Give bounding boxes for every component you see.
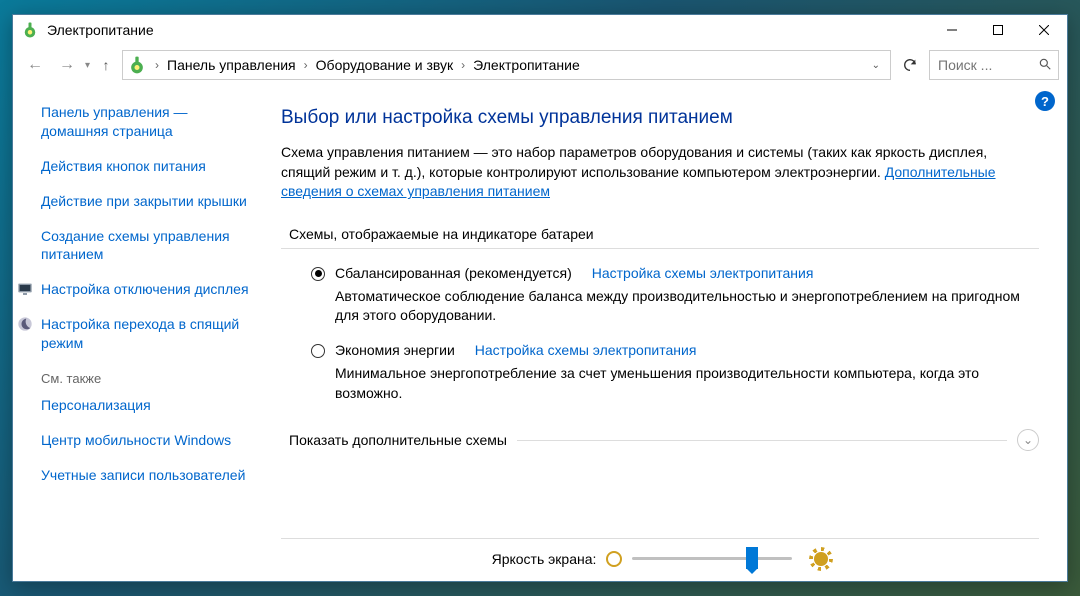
divider (517, 440, 1007, 441)
plan-description: Минимальное энергопотребление за счет ум… (335, 364, 1039, 403)
sidebar-link-create-plan[interactable]: Создание схемы управления питанием (41, 227, 253, 265)
additional-plans-expander[interactable]: Показать дополнительные схемы ⌄ (289, 429, 1039, 451)
sidebar-link-lid-close[interactable]: Действие при закрытии крышки (41, 192, 253, 211)
plan-radio-balanced[interactable] (311, 267, 325, 281)
divider (281, 248, 1039, 249)
breadcrumb-item[interactable]: Панель управления (161, 57, 302, 73)
moon-icon (17, 316, 33, 332)
plan-balanced: Сбалансированная (рекомендуется) Настрой… (311, 265, 1039, 326)
address-bar[interactable]: › Панель управления › Оборудование и зву… (122, 50, 891, 80)
breadcrumb-item[interactable]: Электропитание (467, 57, 586, 73)
plans-group-label: Схемы, отображаемые на индикаторе батаре… (289, 226, 1039, 242)
plan-settings-link[interactable]: Настройка схемы электропитания (475, 342, 697, 358)
sidebar-link-sleep[interactable]: Настройка перехода в спящий режим (41, 315, 253, 353)
see-also-heading: См. также (41, 371, 253, 386)
chevron-right-icon[interactable]: › (153, 58, 161, 72)
address-dropdown-icon[interactable]: ⌄ (866, 60, 886, 71)
slider-thumb[interactable] (746, 547, 758, 569)
search-icon[interactable] (1038, 57, 1052, 74)
sidebar-link-user-accounts[interactable]: Учетные записи пользователей (41, 466, 253, 485)
navbar: ← → ▾ ↑ › Панель управления › Оборудован… (13, 45, 1067, 85)
nav-up-button[interactable]: ↑ (94, 51, 118, 79)
sidebar-item-label: Настройка перехода в спящий режим (41, 316, 239, 351)
plan-settings-link[interactable]: Настройка схемы электропитания (592, 265, 814, 281)
recent-dropdown-icon[interactable]: ▾ (85, 60, 90, 71)
help-icon[interactable]: ? (1035, 91, 1055, 111)
sidebar-link-display-off[interactable]: Настройка отключения дисплея (41, 280, 253, 299)
power-options-icon (127, 55, 147, 75)
chevron-right-icon[interactable]: › (459, 58, 467, 72)
window-title: Электропитание (47, 22, 929, 38)
close-button[interactable] (1021, 15, 1067, 45)
minimize-button[interactable] (929, 15, 975, 45)
plan-name[interactable]: Сбалансированная (рекомендуется) (335, 265, 572, 281)
brightness-high-icon (814, 552, 828, 566)
main-panel: Выбор или настройка схемы управления пит… (273, 85, 1067, 581)
plan-description: Автоматическое соблюдение баланса между … (335, 287, 1039, 326)
sidebar-link-personalization[interactable]: Персонализация (41, 396, 253, 415)
power-options-icon (21, 21, 39, 39)
intro-text: Схема управления питанием — это набор па… (281, 143, 1039, 202)
plan-radio-power-saver[interactable] (311, 344, 325, 358)
slider-track (632, 557, 792, 560)
chevron-down-icon[interactable]: ⌄ (1017, 429, 1039, 451)
chevron-right-icon[interactable]: › (302, 58, 310, 72)
sidebar-link-mobility-center[interactable]: Центр мобильности Windows (41, 431, 253, 450)
expander-label: Показать дополнительные схемы (289, 432, 507, 448)
refresh-button[interactable] (895, 50, 925, 80)
maximize-button[interactable] (975, 15, 1021, 45)
plan-power-saver: Экономия энергии Настройка схемы электро… (311, 342, 1039, 403)
brightness-footer: Яркость экрана: (281, 538, 1039, 581)
window: Электропитание ← → ▾ ↑ › Панель управлен… (12, 14, 1068, 582)
content-area: ? Панель управления — домашняя страница … (13, 85, 1067, 581)
monitor-icon (17, 281, 33, 297)
nav-forward-button[interactable]: → (53, 51, 81, 79)
brightness-slider[interactable] (632, 549, 792, 569)
search-box[interactable] (929, 50, 1059, 80)
nav-back-button[interactable]: ← (21, 51, 49, 79)
page-heading: Выбор или настройка схемы управления пит… (281, 107, 1039, 129)
search-input[interactable] (938, 57, 1034, 73)
sidebar-item-label: Настройка отключения дисплея (41, 281, 249, 297)
brightness-label: Яркость экрана: (492, 551, 597, 567)
brightness-low-icon (606, 551, 622, 567)
sidebar-home-link[interactable]: Панель управления — домашняя страница (41, 103, 253, 141)
sidebar: Панель управления — домашняя страница Де… (13, 85, 273, 581)
breadcrumb-item[interactable]: Оборудование и звук (310, 57, 460, 73)
titlebar: Электропитание (13, 15, 1067, 45)
sidebar-link-power-buttons[interactable]: Действия кнопок питания (41, 157, 253, 176)
plan-name[interactable]: Экономия энергии (335, 342, 455, 358)
